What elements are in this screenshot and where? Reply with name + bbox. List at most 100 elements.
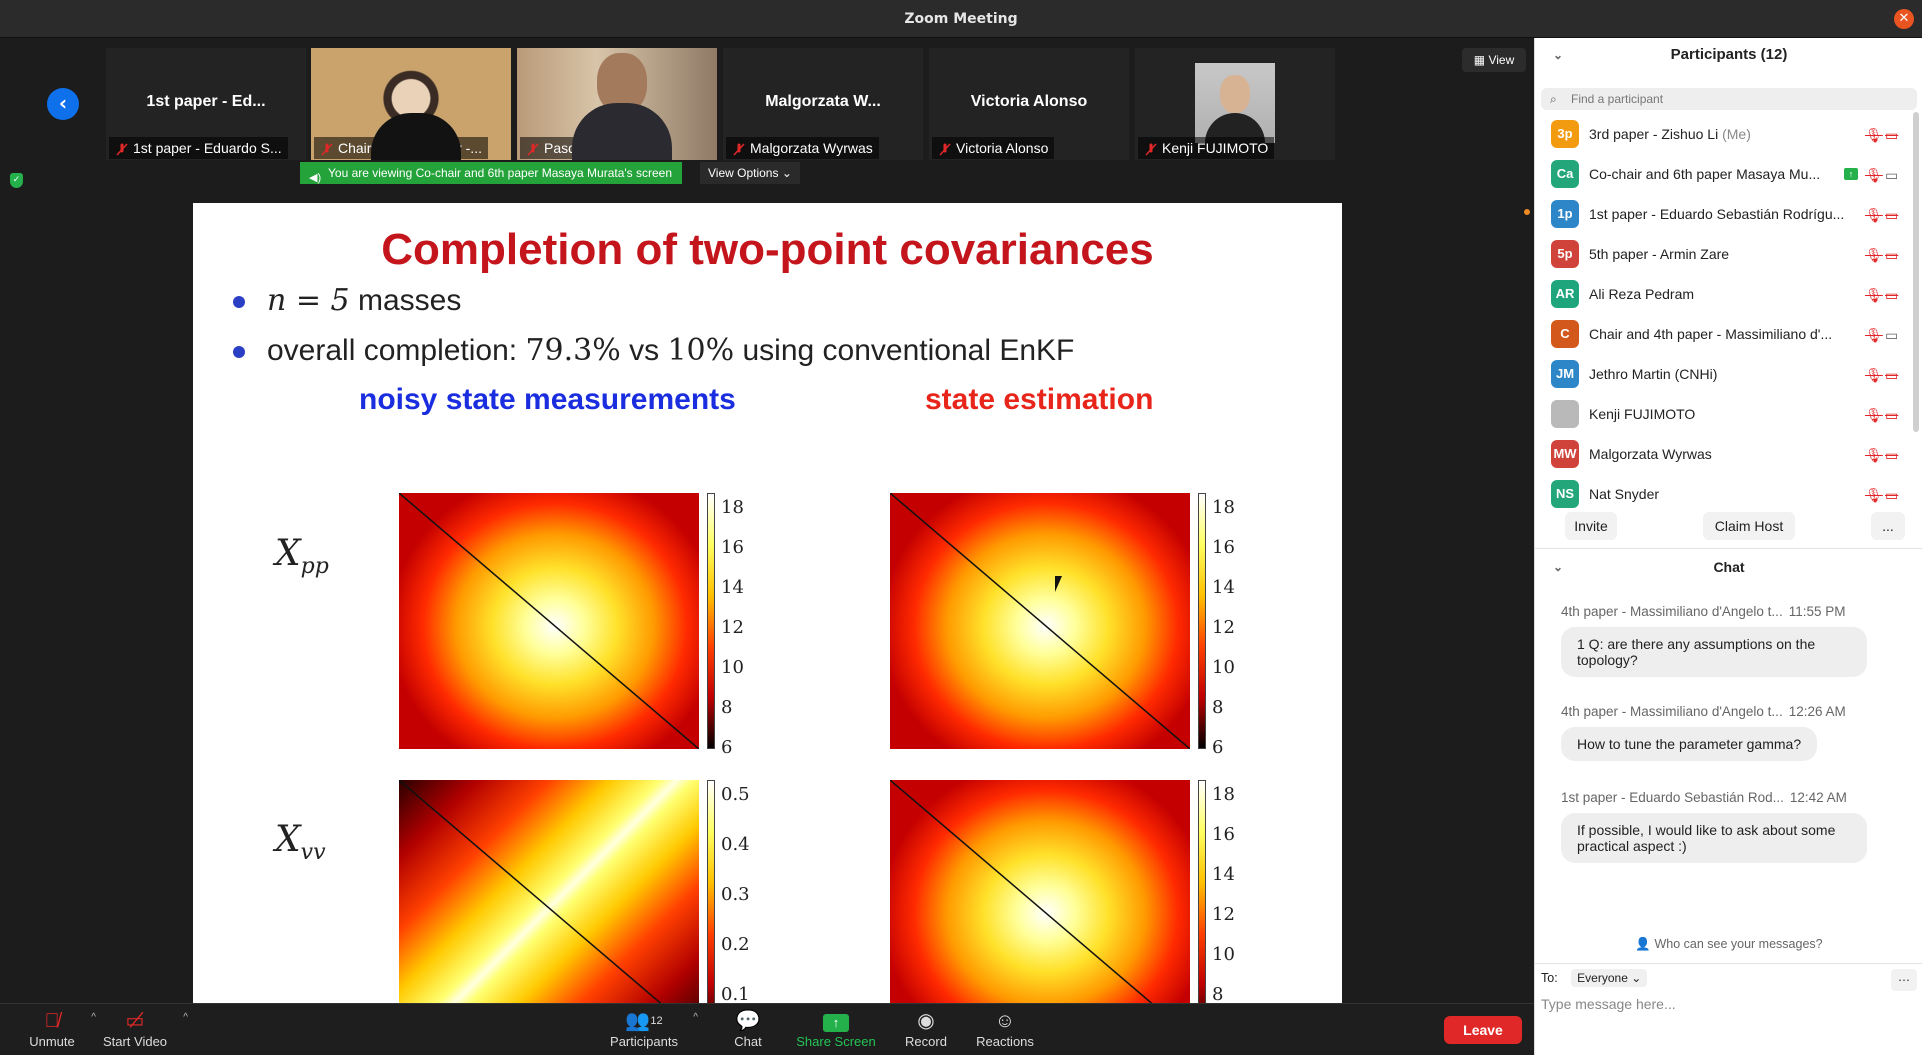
more-options-button[interactable]: ...: [1871, 512, 1905, 540]
share-screen-button[interactable]: ↑ Share Screen: [795, 1008, 877, 1049]
video-off-icon[interactable]: ▭: [1885, 447, 1898, 464]
share-screen-icon: ↑: [823, 1014, 849, 1032]
message-sender[interactable]: 4th paper - Massimiliano d'Angelo t...: [1561, 704, 1783, 719]
heatmap-xvv-estimation: [890, 780, 1190, 1003]
video-tile[interactable]: Malgorzata W... Malgorzata Wyrwas: [723, 48, 923, 160]
reactions-icon: ☺: [994, 1010, 1016, 1032]
video-off-icon[interactable]: ▭: [1885, 487, 1898, 504]
encryption-shield-icon[interactable]: ✓: [10, 173, 23, 188]
shared-screen-slide: Completion of two-point covariances n = …: [193, 203, 1342, 1003]
participant-row[interactable]: 3p 3rd paper - Zishuo Li (Me) 🎙 ▭: [1535, 114, 1911, 154]
colorbar-tick-label: 18: [721, 497, 744, 518]
participant-row[interactable]: MW Malgorzata Wyrwas 🎙 ▭: [1535, 434, 1911, 474]
muted-mic-icon[interactable]: 🎙: [1865, 207, 1883, 224]
muted-mic-icon[interactable]: 🎙: [1865, 447, 1883, 464]
video-off-icon[interactable]: ▭: [1885, 247, 1898, 264]
unmute-button[interactable]: 🎙̸ Unmute ^: [26, 1008, 96, 1049]
chevron-up-icon[interactable]: ^: [183, 1012, 188, 1023]
participant-row[interactable]: 1p 1st paper - Eduardo Sebastián Rodrígu.…: [1535, 194, 1911, 234]
heatmap-xpp-estimation: [890, 493, 1190, 749]
participant-row[interactable]: AR Ali Reza Pedram 🎙 ▭: [1535, 274, 1911, 314]
participants-scrollbar[interactable]: [1913, 112, 1919, 432]
invite-button[interactable]: Invite: [1565, 512, 1617, 540]
gallery-back-button[interactable]: ‹: [47, 88, 79, 120]
avatar: MW: [1551, 440, 1579, 468]
video-tile[interactable]: Kenji FUJIMOTO: [1135, 48, 1335, 160]
participant-row[interactable]: Ca Co-chair and 6th paper Masaya Mu... ↑ 🎙 ▭: [1535, 154, 1911, 194]
avatar: 3p: [1551, 120, 1579, 148]
colorbar-tick-label: 10: [1212, 657, 1235, 678]
avatar: [1551, 400, 1579, 428]
muted-mic-icon: [115, 141, 129, 156]
colorbar-tick-label: 12: [1212, 617, 1235, 638]
recording-indicator-icon: [1524, 209, 1530, 215]
chevron-up-icon[interactable]: ^: [91, 1012, 96, 1023]
meeting-area: ‹ ✓ 1st paper - Ed... 1st paper - Eduard…: [0, 38, 1534, 1003]
collapse-chevron-icon[interactable]: ⌄: [1553, 550, 1563, 584]
participant-row[interactable]: C Chair and 4th paper - Massimiliano d'..…: [1535, 314, 1911, 354]
video-on-icon[interactable]: ▭: [1885, 167, 1898, 184]
participant-row[interactable]: Kenji FUJIMOTO 🎙 ▭: [1535, 394, 1911, 434]
message-sender[interactable]: 1st paper - Eduardo Sebastián Rod...: [1561, 790, 1784, 805]
muted-mic-icon[interactable]: 🎙: [1865, 287, 1883, 304]
muted-mic-icon[interactable]: 🎙: [1865, 407, 1883, 424]
view-options-button[interactable]: View Options ⌄: [700, 162, 800, 184]
collapse-chevron-icon[interactable]: ⌄: [1553, 38, 1563, 72]
claim-host-button[interactable]: Claim Host: [1703, 512, 1795, 540]
video-tile[interactable]: Victoria Alonso Victoria Alonso: [929, 48, 1129, 160]
leave-button[interactable]: Leave: [1444, 1016, 1522, 1044]
chat-more-button[interactable]: …: [1891, 969, 1917, 991]
colorbar: [1198, 780, 1206, 1003]
muted-mic-icon[interactable]: 🎙: [1865, 327, 1883, 344]
reactions-button[interactable]: ☺ Reactions: [974, 1008, 1036, 1049]
video-off-icon[interactable]: ▭: [1885, 367, 1898, 384]
colorbar-tick-label: 6: [721, 737, 733, 758]
who-can-see-link[interactable]: 👤 Who can see your messages?: [1535, 937, 1922, 952]
colorbar-tick-label: 14: [1212, 577, 1235, 598]
chat-button[interactable]: 💬 Chat: [728, 1008, 768, 1049]
muted-mic-icon[interactable]: 🎙: [1865, 367, 1883, 384]
recipient-select[interactable]: Everyone ⌄: [1571, 969, 1648, 987]
video-tile[interactable]: 1st paper - Ed... 1st paper - Eduardo S.…: [106, 48, 306, 160]
colorbar-tick-label: 0.3: [721, 884, 750, 905]
gallery-strip: ‹ ✓ 1st paper - Ed... 1st paper - Eduard…: [0, 38, 1534, 203]
tile-label: Chair and 4th paper -...: [314, 137, 488, 159]
colorbar-tick-label: 0.4: [721, 834, 750, 855]
participant-name: 5th paper - Armin Zare: [1589, 246, 1730, 262]
video-off-icon[interactable]: ▭: [1885, 287, 1898, 304]
chevron-up-icon[interactable]: ^: [693, 1012, 698, 1023]
video-tile[interactable]: Pasquale Palumbo: [517, 48, 717, 160]
muted-mic-icon[interactable]: 🎙: [1865, 127, 1883, 144]
participants-button[interactable]: 👥12 Participants ^: [608, 1008, 698, 1049]
video-off-icon[interactable]: ▭: [1885, 127, 1898, 144]
video-tile[interactable]: Chair and 4th paper -...: [311, 48, 511, 160]
muted-mic-icon[interactable]: 🎙: [1865, 487, 1883, 504]
muted-mic-icon[interactable]: 🎙: [1865, 247, 1883, 264]
search-icon: ⌕: [1550, 92, 1557, 106]
colorbar-tick-label: 10: [1212, 944, 1235, 965]
message-time: 11:55 PM: [1788, 604, 1846, 619]
view-button[interactable]: ▦ View: [1462, 48, 1526, 72]
colorbar-tick-label: 16: [1212, 824, 1235, 845]
start-video-button[interactable]: ▭̸ Start Video ^: [100, 1008, 188, 1049]
participant-row[interactable]: 5p 5th paper - Armin Zare 🎙 ▭: [1535, 234, 1911, 274]
profile-photo: [1195, 63, 1275, 143]
participant-row[interactable]: NS Nat Snyder 🎙 ▭: [1535, 474, 1911, 514]
chat-message-input[interactable]: Type message here...: [1541, 992, 1917, 1016]
video-off-icon[interactable]: ▭: [1885, 407, 1898, 424]
participant-row[interactable]: JM Jethro Martin (CNHi) 🎙 ▭: [1535, 354, 1911, 394]
video-off-icon[interactable]: ▭: [1885, 207, 1898, 224]
message-sender[interactable]: 4th paper - Massimiliano d'Angelo t...: [1561, 604, 1783, 619]
muted-mic-icon[interactable]: 🎙: [1865, 167, 1883, 184]
record-button[interactable]: ◉ Record: [903, 1008, 949, 1049]
video-on-icon[interactable]: ▭: [1885, 327, 1898, 344]
bullet-dot: [233, 296, 245, 309]
close-window-icon[interactable]: ✕: [1894, 9, 1914, 29]
message-text: 1 Q: are there any assumptions on the to…: [1561, 627, 1867, 677]
participant-search-input[interactable]: ⌕ Find a participant: [1541, 88, 1917, 110]
participant-name: Chair and 4th paper - Massimiliano d'...: [1589, 326, 1833, 342]
colorbar-tick-label: 12: [721, 617, 744, 638]
slide-bullet: n = 5 masses: [233, 283, 461, 318]
heatmap-xvv-measurements: [399, 780, 699, 1003]
video-off-icon: ▭̸: [125, 1010, 145, 1032]
